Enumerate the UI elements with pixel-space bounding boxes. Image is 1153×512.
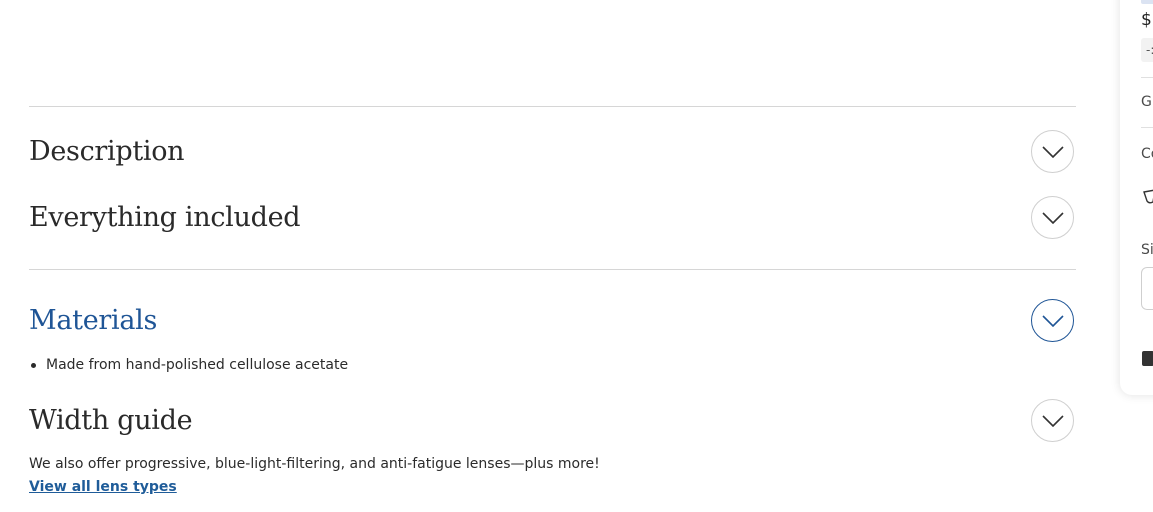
size-select[interactable] (1141, 267, 1153, 310)
everything-included-toggle-button[interactable] (1031, 196, 1074, 239)
product-details-page: Description Everything included Material… (0, 0, 1153, 512)
materials-toggle-button[interactable] (1031, 299, 1074, 342)
chevron-down-icon (1041, 211, 1064, 224)
accordion-title-everything-included[interactable]: Everything included (29, 204, 301, 231)
width-guide-toggle-button[interactable] (1031, 399, 1074, 442)
discount-badge: -: (1141, 38, 1153, 62)
materials-list: Made from hand-polished cellulose acetat… (29, 355, 348, 375)
chevron-down-icon (1041, 314, 1064, 327)
accordion-title-width-guide[interactable]: Width guide (29, 407, 193, 434)
divider (29, 106, 1076, 107)
view-all-lens-types-link[interactable]: View all lens types (29, 479, 177, 495)
list-item: Made from hand-polished cellulose acetat… (29, 355, 348, 375)
option-swatch[interactable] (1141, 0, 1153, 4)
price: $0 (1141, 10, 1153, 30)
divider (1141, 127, 1153, 128)
color-label: Co (1141, 146, 1153, 162)
chevron-down-icon (1041, 145, 1064, 158)
add-to-cart-button[interactable] (1142, 351, 1153, 366)
lens-options-text: We also offer progressive, blue-light-fi… (29, 456, 600, 472)
divider (1141, 77, 1153, 78)
description-toggle-button[interactable] (1031, 130, 1074, 173)
glasses-icon[interactable] (1143, 189, 1153, 205)
chevron-down-icon (1041, 414, 1064, 427)
accordion-title-materials[interactable]: Materials (29, 307, 157, 334)
purchase-panel: $0 -: Gi Co Si (1120, 0, 1153, 395)
gift-option-label[interactable]: Gi (1141, 94, 1153, 110)
accordion-title-description[interactable]: Description (29, 138, 185, 165)
size-label: Si (1141, 242, 1153, 258)
divider (29, 269, 1076, 270)
